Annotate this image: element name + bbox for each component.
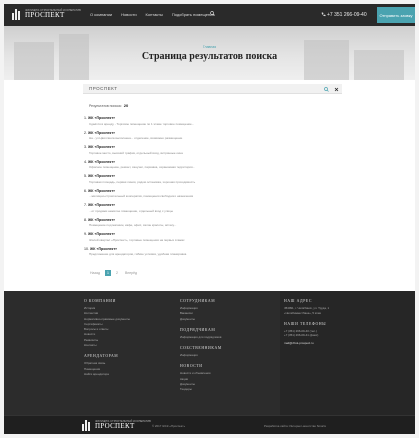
breadcrumb[interactable]: Главная [4, 45, 415, 49]
result-title[interactable]: ЖК «Проспект» [88, 203, 115, 207]
result-number: 7. [84, 203, 87, 207]
footer-link[interactable]: Найти арендатора [84, 372, 130, 377]
result-snippet: Сдаётся в аренду - Торговое помещение по… [89, 121, 195, 126]
search-query[interactable]: ПРОСПЕКТ [89, 86, 118, 91]
building-logo-icon [82, 420, 92, 431]
result-item[interactable]: 10. ЖК «Проспект» Предложение для арендат… [84, 247, 334, 262]
footer-col-staff: СОТРУДНИКАМ Информация Вакансии Документ… [180, 299, 222, 393]
search-submit-icon[interactable] [324, 86, 329, 92]
footer-heading: СОТРУДНИКАМ [180, 299, 216, 303]
header-phone[interactable]: +7 351 266-09-40 [327, 12, 367, 18]
result-item[interactable]: 7. ЖК «Проспект» ...от продажи нежилое по… [84, 203, 334, 218]
footer-logo[interactable]: ЖИЛИЩНО-СТРОИТЕЛЬНЫЙ КООПЕРАТИВ ПРОСПЕКТ [82, 420, 151, 431]
callback-button[interactable]: Отправить заявку [377, 7, 415, 23]
pagination-page-current[interactable]: 1 [105, 270, 112, 276]
results-list: 1. ЖК «Проспект» Сдаётся в аренду - Торго… [84, 116, 334, 261]
footer-bottom-bar: ЖИЛИЩНО-СТРОИТЕЛЬНЫЙ КООПЕРАТИВ ПРОСПЕКТ… [4, 415, 415, 434]
result-title[interactable]: ЖК «Проспект» [88, 174, 115, 178]
search-bar[interactable]: ПРОСПЕКТ [83, 84, 342, 94]
browser-frame: ЖИЛИЩНО-СТРОИТЕЛЬНЫЙ КООПЕРАТИВ ПРОСПЕКТ… [4, 4, 415, 434]
page: ЖИЛИЩНО-СТРОИТЕЛЬНЫЙ КООПЕРАТИВ ПРОСПЕКТ… [0, 0, 419, 438]
result-title[interactable]: ЖК «Проспект» [88, 145, 115, 149]
result-item[interactable]: 9. ЖК «Проспект» Жилой квартал «Проспект»… [84, 232, 334, 247]
footer-heading: О КОМПАНИИ [84, 299, 116, 303]
building-logo-icon [12, 9, 22, 20]
result-title[interactable]: ЖК «Проспект» [88, 189, 115, 193]
result-item[interactable]: 2. ЖК «Проспект» На - ул.Цвиллинга выполн… [84, 131, 334, 146]
search-icon[interactable] [210, 11, 215, 16]
logo-title: ПРОСПЕКТ [25, 11, 65, 20]
result-title[interactable]: ЖК «Проспект» [88, 218, 115, 222]
pagination-next[interactable]: Вперёд [123, 270, 139, 276]
footer-link[interactable]: Информация для подрядчиков [180, 335, 222, 340]
result-item[interactable]: 5. ЖК «Проспект» Торговая площадь, первая… [84, 174, 334, 189]
phones-heading: НАШИ ТЕЛЕФОНЫ [284, 321, 327, 326]
result-number: 3. [84, 145, 87, 149]
result-item[interactable]: 1. ЖК «Проспект» Сдаётся в аренду - Торго… [84, 116, 334, 131]
result-title[interactable]: ЖК «Проспект» [90, 247, 117, 251]
result-title[interactable]: ЖК «Проспект» [88, 131, 115, 135]
result-snippet: Торговая площадь, первая линия, рядом ос… [89, 179, 196, 184]
result-item[interactable]: 6. ЖК «Проспект» ...жилищно-строительный … [84, 189, 334, 204]
phone-icon [321, 12, 326, 17]
address-heading: НАШ АДРЕС [284, 299, 312, 303]
results-count: 20 [123, 103, 129, 108]
developer-credit[interactable]: Разработка сайта: Интернет-агентство Sma… [264, 424, 326, 428]
result-item[interactable]: 8. ЖК «Проспект» Помещение под магазин, к… [84, 218, 334, 233]
copyright: © 2017 ЖСК «Проспект» [152, 424, 186, 428]
logo-title: ПРОСПЕКТ [95, 422, 135, 431]
result-item[interactable]: 3. ЖК «Проспект» Торговое место, высокий … [84, 145, 334, 160]
result-number: 5. [84, 174, 87, 178]
pagination: Назад 1 2 Вперёд [88, 270, 139, 276]
clear-search-icon[interactable] [334, 87, 339, 92]
result-item[interactable]: 4. ЖК «Проспект» Офисное помещение, ремон… [84, 160, 334, 175]
result-title[interactable]: ЖК «Проспект» [88, 160, 115, 164]
footer-heading: АРЕНДАТОРАМ [84, 354, 119, 359]
result-number: 4. [84, 159, 87, 164]
result-snippet: Помещение под магазин, кафе, офис, салон… [89, 223, 177, 227]
page-title: Страница результатов поиска [141, 51, 278, 62]
pagination-page[interactable]: 2 [114, 270, 120, 276]
result-number: 8. [84, 217, 87, 222]
result-snippet: На - ул.Цвиллинга выполнена... отделение… [89, 136, 183, 140]
footer-contacts: НАШ АДРЕС 454091, г. Челябинск, ул. Труд… [280, 291, 415, 415]
result-title[interactable]: ЖК «Проспект» [88, 116, 115, 120]
result-number: 2. [84, 130, 87, 135]
result-number: 6. [84, 188, 87, 193]
result-snippet: Торговое место, высокий трафик, отдельны… [89, 150, 183, 155]
result-snippet: ...жилищно-строительный кооператив, поме… [89, 194, 194, 198]
results-summary: Результатов поиска: 20 [89, 103, 128, 108]
top-navigation-bar: ЖИЛИЩНО-СТРОИТЕЛЬНЫЙ КООПЕРАТИВ ПРОСПЕКТ… [4, 4, 415, 26]
result-number: 9. [84, 232, 87, 236]
result-number: 1. [84, 116, 87, 120]
result-snippet: ...от продажи нежилое помещение, отдельн… [89, 208, 174, 213]
hero-banner: Главная Страница результатов поиска [4, 26, 415, 80]
nav-item-about[interactable]: О компании [90, 12, 112, 17]
footer-heading: ПОДРЯДЧИКАМ [180, 327, 216, 332]
main-nav: О компании Новости Контакты Подобрать по… [90, 12, 215, 17]
footer-heading: НОВОСТИ [180, 364, 203, 369]
footer-link[interactable]: Тендеры [180, 387, 222, 392]
logo[interactable]: ЖИЛИЩНО-СТРОИТЕЛЬНЫЙ КООПЕРАТИВ ПРОСПЕКТ [12, 9, 81, 20]
footer-col-company: О КОМПАНИИ История Коллектив Нормативно-… [84, 299, 130, 377]
nav-item-contacts[interactable]: Контакты [146, 12, 163, 17]
result-snippet: Предложение для арендаторов, гибкие усло… [89, 252, 187, 256]
footer-heading: СОБСТВЕННИКАМ [180, 346, 222, 351]
nav-item-find-space[interactable]: Подобрать помещение [172, 12, 215, 17]
footer: О КОМПАНИИ История Коллектив Нормативно-… [4, 291, 415, 434]
result-number: 10. [84, 246, 89, 251]
nav-item-news[interactable]: Новости [121, 12, 136, 17]
result-title[interactable]: ЖК «Проспект» [88, 232, 115, 236]
result-snippet: Офисное помещение, ремонт, санузел, парк… [89, 165, 196, 169]
results-label: Результатов поиска: [89, 104, 122, 108]
result-snippet: Жилой квартал «Проспект», торговые помещ… [89, 237, 185, 242]
pagination-prev[interactable]: Назад [88, 270, 102, 276]
footer-email[interactable]: mail@zhsk-prospect.ru [284, 341, 329, 346]
